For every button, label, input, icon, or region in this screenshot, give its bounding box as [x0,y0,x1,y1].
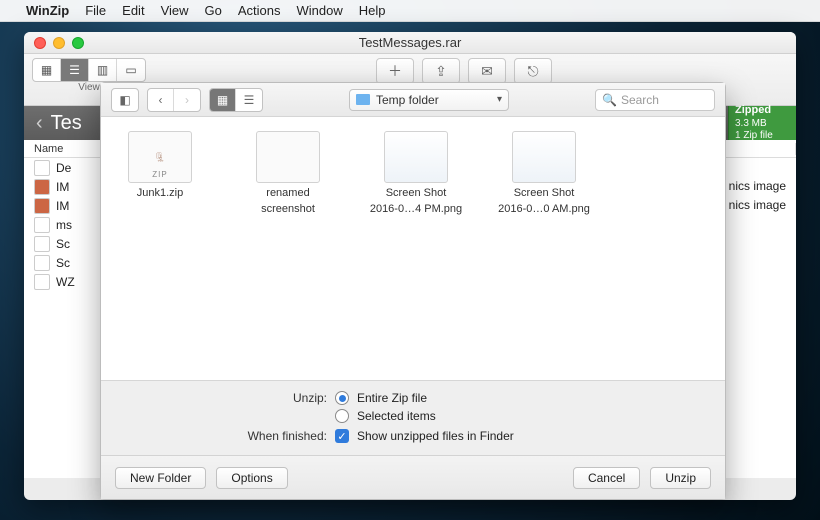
when-finished-label: When finished: [117,429,327,443]
options-button[interactable]: Options [216,467,287,489]
screenshot-icon [512,131,576,183]
sheet-footer: New Folder Options Cancel Unzip [101,455,725,499]
unzip-sheet: ◧ ‹ › ▦ ☰ Temp folder ▾ 🔍 Search 🗜 Junk1… [100,82,726,500]
kind-column-peek: nics image nics image [729,176,786,214]
cancel-button[interactable]: Cancel [573,467,640,489]
zipped-panel[interactable]: Zipped 3.3 MB 1 Zip file [728,106,796,140]
file-browser[interactable]: 🗜 Junk1.zip renamed screenshot Screen Sh… [101,117,725,380]
menu-go[interactable]: Go [205,3,222,18]
unzip-mode-label: Unzip: [117,391,327,405]
file-icon [34,217,50,233]
file-icon [34,274,50,290]
sidebar-icon[interactable]: ◧ [112,89,138,111]
chevron-updown-icon: ▾ [497,94,502,105]
back-chevron-icon[interactable]: ‹ [36,112,43,135]
window-title: TestMessages.rar [24,35,796,50]
zipped-size: 3.3 MB [735,118,790,130]
view-label: View [78,82,100,93]
menu-edit[interactable]: Edit [122,3,144,18]
forward-button[interactable]: › [174,89,200,111]
view-gallery-icon[interactable]: ▭ [117,59,145,81]
view-columns-icon[interactable]: ▥ [89,59,117,81]
browser-item[interactable]: Screen Shot 2016-0…4 PM.png [361,131,471,215]
screenshot-icon [384,131,448,183]
location-popup[interactable]: Temp folder ▾ [349,89,509,111]
location-name: Temp folder [376,93,439,107]
archive-title: Tes [51,112,82,135]
macos-menubar: WinZip File Edit View Go Actions Window … [0,0,820,22]
search-placeholder: Search [621,93,659,107]
zipped-label: Zipped [735,104,790,117]
file-icon [34,255,50,271]
email-button[interactable]: ✉ [468,58,506,84]
file-icon [256,131,320,183]
folder-icon [356,94,370,105]
new-folder-button[interactable]: New Folder [115,467,206,489]
radio-selected-items-label: Selected items [357,409,436,423]
image-icon [34,198,50,214]
share-button[interactable]: ⎋ [514,58,552,84]
sidebar-toggle[interactable]: ◧ [111,88,139,112]
radio-entire-zip-label: Entire Zip file [357,391,427,405]
radio-entire-zip[interactable] [335,391,349,405]
checkbox-show-in-finder[interactable]: ✓ [335,429,349,443]
menu-window[interactable]: Window [297,3,343,18]
sheet-toolbar: ◧ ‹ › ▦ ☰ Temp folder ▾ 🔍 Search [101,83,725,117]
zipped-count: 1 Zip file [735,130,790,142]
image-icon [34,179,50,195]
unzip-options: Unzip: Entire Zip file Selected items Wh… [101,380,725,455]
menu-help[interactable]: Help [359,3,386,18]
nav-controls[interactable]: ‹ › [147,88,201,112]
view-mode-segmented[interactable]: ▦ ☰ ▥ ▭ [32,58,146,82]
checkbox-show-in-finder-label: Show unzipped files in Finder [357,429,514,443]
browser-item[interactable]: renamed screenshot [233,131,343,215]
view-list-icon[interactable]: ☰ [61,59,89,81]
view-icons-icon[interactable]: ▦ [33,59,61,81]
menu-actions[interactable]: Actions [238,3,281,18]
window-titlebar[interactable]: TestMessages.rar [24,32,796,54]
browser-item[interactable]: 🗜 Junk1.zip [105,131,215,199]
browser-item[interactable]: Screen Shot 2016-0…0 AM.png [489,131,599,215]
file-icon [34,236,50,252]
radio-selected-items[interactable] [335,409,349,423]
app-menu[interactable]: WinZip [26,3,69,18]
menu-view[interactable]: View [161,3,189,18]
menu-file[interactable]: File [85,3,106,18]
search-icon: 🔍 [602,93,617,107]
file-icon [34,160,50,176]
icon-view-icon[interactable]: ▦ [210,89,236,111]
list-view-icon[interactable]: ☰ [236,89,262,111]
unzip-button[interactable]: ⇪ [422,58,460,84]
add-button[interactable]: ＋ [376,58,414,84]
browser-view-segmented[interactable]: ▦ ☰ [209,88,263,112]
unzip-confirm-button[interactable]: Unzip [650,467,711,489]
zip-file-icon: 🗜 [128,131,192,183]
search-input[interactable]: 🔍 Search [595,89,715,111]
back-button[interactable]: ‹ [148,89,174,111]
